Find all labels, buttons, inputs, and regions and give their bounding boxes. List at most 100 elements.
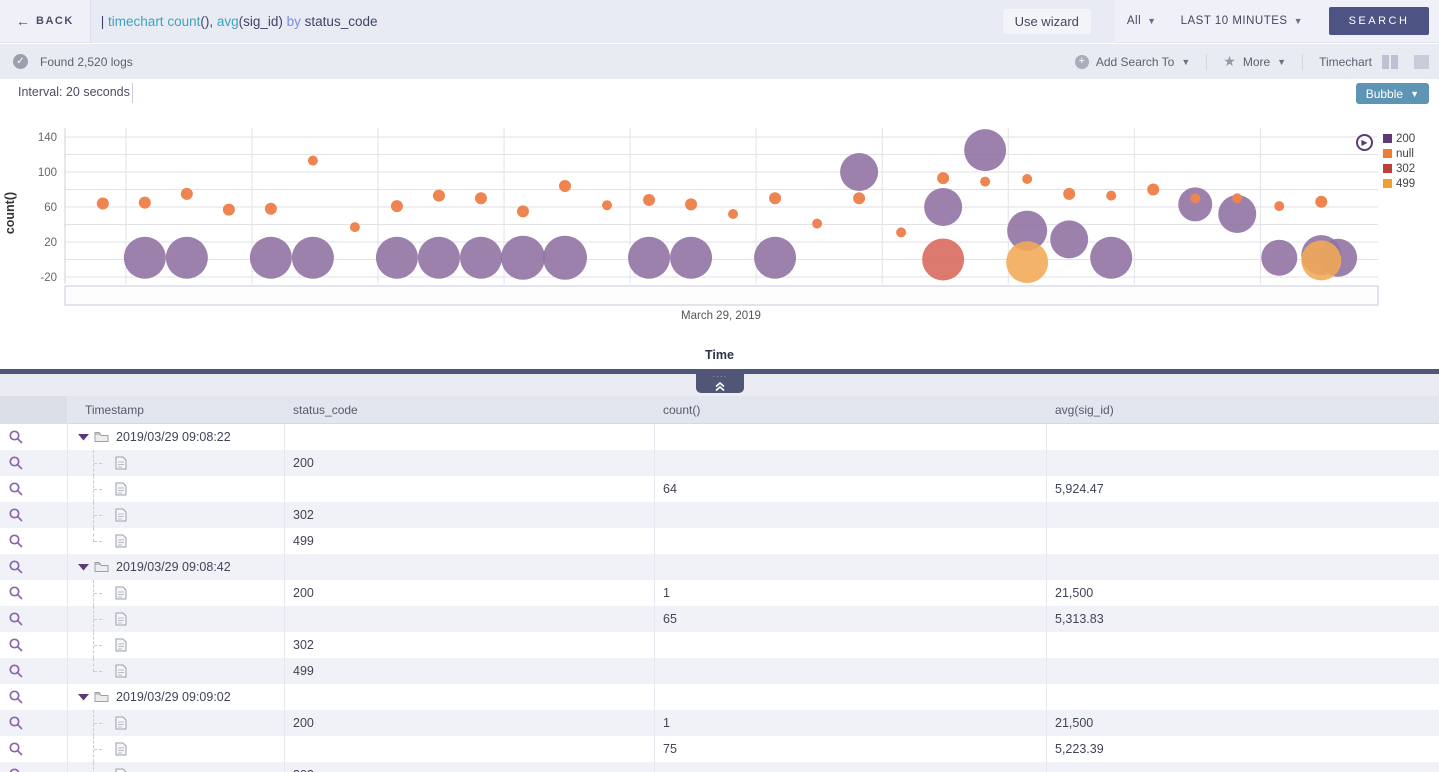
bubble-200[interactable] <box>376 237 418 279</box>
search-row-icon[interactable] <box>8 689 24 705</box>
search-row-icon[interactable] <box>8 741 24 757</box>
bubble-null[interactable] <box>1022 174 1032 184</box>
search-row-icon[interactable] <box>8 611 24 627</box>
bubble-200[interactable] <box>418 237 460 279</box>
bubble-200[interactable] <box>964 129 1006 171</box>
search-row-icon[interactable] <box>8 507 24 523</box>
use-wizard-button[interactable]: Use wizard <box>1003 9 1091 34</box>
bubble-null[interactable] <box>1106 191 1116 201</box>
bubble-null[interactable] <box>643 194 655 206</box>
search-row-icon[interactable] <box>8 663 24 679</box>
bubble-499[interactable] <box>1301 240 1341 280</box>
search-query-input[interactable]: | timechart count(), avg(sig_id) by stat… <box>90 0 1115 43</box>
bubble-null[interactable] <box>853 192 865 204</box>
bubble-null[interactable] <box>1190 193 1200 203</box>
search-row-icon[interactable] <box>8 533 24 549</box>
bubble-null[interactable] <box>475 192 487 204</box>
bubble-null[interactable] <box>812 219 822 229</box>
table-row[interactable]: 302 <box>0 502 1439 528</box>
table-row[interactable]: 755,223.39 <box>0 736 1439 762</box>
table-row[interactable]: 200121,500 <box>0 710 1439 736</box>
search-row-icon[interactable] <box>8 767 24 772</box>
bubble-200[interactable] <box>754 237 796 279</box>
table-group-row[interactable]: 2019/03/29 09:08:22 <box>0 424 1439 450</box>
bubble-200[interactable] <box>924 188 962 226</box>
split-panel-icon[interactable] <box>1382 55 1398 69</box>
table-group-row[interactable]: 2019/03/29 09:08:42 <box>0 554 1439 580</box>
table-row[interactable]: 655,313.83 <box>0 606 1439 632</box>
header-avg-sig-id[interactable]: avg(sig_id) <box>1047 396 1439 423</box>
bubble-null[interactable] <box>181 188 193 200</box>
bubble-200[interactable] <box>840 153 878 191</box>
bubble-null[interactable] <box>1315 196 1327 208</box>
bubble-200[interactable] <box>501 236 545 280</box>
table-row[interactable]: 645,924.47 <box>0 476 1439 502</box>
bubble-null[interactable] <box>265 203 277 215</box>
bubble-200[interactable] <box>124 237 166 279</box>
bubble-200[interactable] <box>250 237 292 279</box>
table-row[interactable]: 200 <box>0 450 1439 476</box>
bubble-null[interactable] <box>350 222 360 232</box>
legend-item-302[interactable]: 302 <box>1383 161 1415 176</box>
table-row[interactable]: 302 <box>0 632 1439 658</box>
search-row-icon[interactable] <box>8 429 24 445</box>
bubble-null[interactable] <box>685 198 697 210</box>
bubble-200[interactable] <box>1261 240 1297 276</box>
collapse-panel-button[interactable]: ···· <box>696 374 744 393</box>
scope-dropdown[interactable]: All ▼ <box>1127 15 1157 27</box>
bubble-null[interactable] <box>433 190 445 202</box>
expand-triangle-icon[interactable] <box>78 694 89 701</box>
table-row[interactable]: 499 <box>0 528 1439 554</box>
search-row-icon[interactable] <box>8 585 24 601</box>
header-count[interactable]: count() <box>655 396 1047 423</box>
bubble-null[interactable] <box>559 180 571 192</box>
bubble-200[interactable] <box>1178 187 1212 221</box>
legend-item-200[interactable]: 200 <box>1383 131 1415 146</box>
bubble-200[interactable] <box>628 237 670 279</box>
bubble-null[interactable] <box>391 200 403 212</box>
add-search-to-dropdown[interactable]: + Add Search To ▼ <box>1075 55 1190 69</box>
bubble-null[interactable] <box>728 209 738 219</box>
header-timestamp[interactable]: Timestamp <box>68 396 285 423</box>
bubble-200[interactable] <box>166 237 208 279</box>
bubble-200[interactable] <box>460 237 502 279</box>
bubble-200[interactable] <box>292 237 334 279</box>
bubble-200[interactable] <box>543 236 587 280</box>
bubble-null[interactable] <box>896 227 906 237</box>
bubble-null[interactable] <box>223 204 235 216</box>
search-row-icon[interactable] <box>8 455 24 471</box>
back-button[interactable]: ← BACK <box>0 13 90 29</box>
bubble-chart[interactable]: 09:08 AM09:09 AM09:10 AM09:11 AM09:12 AM… <box>0 118 1439 330</box>
search-row-icon[interactable] <box>8 559 24 575</box>
bubble-null[interactable] <box>97 198 109 210</box>
bubble-null[interactable] <box>1274 201 1284 211</box>
more-dropdown[interactable]: ★ More ▼ <box>1223 53 1286 70</box>
bubble-null[interactable] <box>937 172 949 184</box>
time-range-dropdown[interactable]: LAST 10 MINUTES ▼ <box>1181 15 1303 27</box>
search-row-icon[interactable] <box>8 481 24 497</box>
bubble-null[interactable] <box>517 205 529 217</box>
bubble-200[interactable] <box>1090 237 1132 279</box>
bubble-null[interactable] <box>1063 188 1075 200</box>
bubble-null[interactable] <box>139 197 151 209</box>
full-panel-icon[interactable] <box>1414 55 1429 69</box>
search-button[interactable]: SEARCH <box>1329 7 1429 35</box>
expand-triangle-icon[interactable] <box>78 564 89 571</box>
bubble-302[interactable] <box>922 239 964 281</box>
search-row-icon[interactable] <box>8 637 24 653</box>
header-status-code[interactable]: status_code <box>285 396 655 423</box>
bubble-null[interactable] <box>308 156 318 166</box>
table-row[interactable]: 200121,500 <box>0 580 1439 606</box>
table-group-row[interactable]: 2019/03/29 09:09:02 <box>0 684 1439 710</box>
bubble-200[interactable] <box>1050 220 1088 258</box>
bubble-499[interactable] <box>1006 241 1048 283</box>
play-circle-icon[interactable]: ▶ <box>1356 134 1373 151</box>
bubble-null[interactable] <box>1147 184 1159 196</box>
chart-type-dropdown[interactable]: Bubble ▼ <box>1356 83 1429 104</box>
bubble-null[interactable] <box>1232 193 1242 203</box>
bubble-null[interactable] <box>980 177 990 187</box>
bubble-200[interactable] <box>670 237 712 279</box>
table-row[interactable]: 499 <box>0 658 1439 684</box>
legend-item-499[interactable]: 499 <box>1383 176 1415 191</box>
expand-triangle-icon[interactable] <box>78 434 89 441</box>
